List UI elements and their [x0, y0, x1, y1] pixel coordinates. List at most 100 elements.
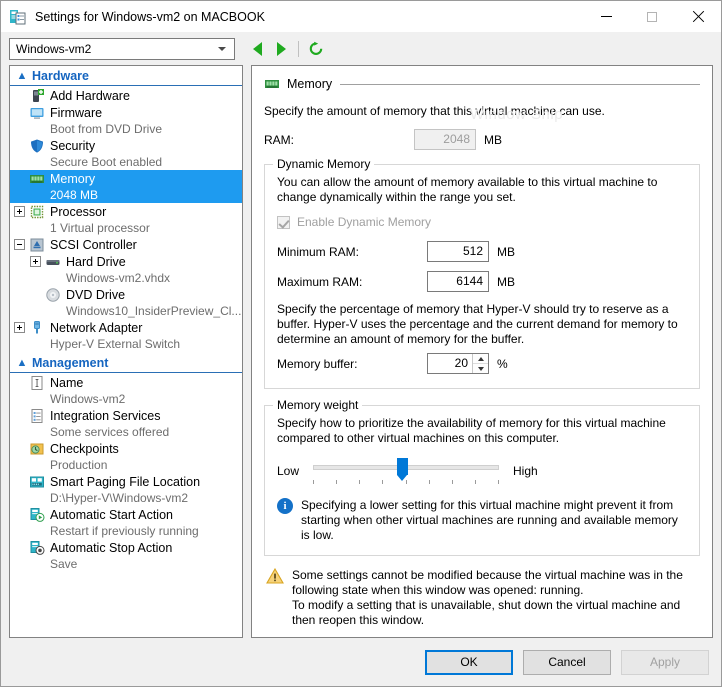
tree-item-scsi-controller[interactable]: SCSI Controller: [10, 236, 242, 253]
tree-item-add-hardware[interactable]: Add Hardware: [10, 87, 242, 104]
settings-tree[interactable]: ▲ Hardware Add Hardware Firmware Boot fr…: [9, 65, 243, 638]
tree-item-label: Hard Drive: [66, 254, 126, 269]
pane-header: Memory: [264, 76, 700, 92]
hard-drive-icon: [45, 254, 61, 270]
enable-dynamic-memory-label: Enable Dynamic Memory: [297, 215, 432, 229]
back-button[interactable]: [245, 37, 269, 61]
dialog-footer: OK Cancel Apply: [1, 638, 721, 686]
dynamic-memory-title: Dynamic Memory: [273, 157, 375, 171]
tree-item-auto-start-action[interactable]: Automatic Start Action: [10, 506, 242, 523]
tree-item-label: Name: [50, 375, 84, 390]
ok-button[interactable]: OK: [425, 649, 513, 675]
tree-group-management[interactable]: ▲ Management: [10, 354, 242, 373]
expand-icon[interactable]: [14, 206, 25, 217]
close-button[interactable]: [675, 1, 721, 32]
forward-button[interactable]: [269, 37, 293, 61]
name-icon: [29, 375, 45, 391]
tree-item-sub: Some services offered: [10, 424, 242, 440]
expand-icon[interactable]: [30, 256, 41, 267]
back-arrow-icon: [252, 41, 262, 56]
tree-item-label: Firmware: [50, 105, 103, 120]
ram-input[interactable]: 2048: [414, 129, 476, 150]
chevron-up-icon: ▲: [16, 69, 28, 82]
tree-item-sublabel: Windows-vm2: [50, 392, 126, 406]
ram-unit: MB: [484, 132, 502, 147]
tree-group-hardware[interactable]: ▲ Hardware: [10, 67, 242, 86]
maximum-ram-row: Maximum RAM: 6144 MB: [277, 271, 687, 292]
tree-item-smart-paging[interactable]: Smart Paging File Location: [10, 473, 242, 490]
expand-icon[interactable]: [14, 322, 25, 333]
memory-buffer-value: 20: [454, 356, 468, 370]
tree-item-sublabel: 1 Virtual processor: [50, 221, 150, 235]
integration-services-icon: [29, 408, 45, 424]
tree-item-sub: Hyper-V External Switch: [10, 336, 242, 352]
collapse-icon[interactable]: [14, 239, 25, 250]
add-hardware-icon: [29, 88, 45, 104]
enable-dynamic-memory-checkbox[interactable]: [277, 215, 290, 229]
tree-item-sub: Secure Boot enabled: [10, 154, 242, 170]
slider-high-label: High: [513, 464, 538, 478]
auto-stop-icon: [29, 540, 45, 556]
tree-item-sub: Production: [10, 457, 242, 473]
chevron-up-icon: ▲: [16, 356, 28, 369]
tree-item-security[interactable]: Security: [10, 137, 242, 154]
tree-item-sub: Windows-vm2: [10, 391, 242, 407]
memory-weight-title: Memory weight: [273, 398, 363, 412]
dynamic-memory-group: Dynamic Memory You can allow the amount …: [264, 157, 700, 389]
tree-item-firmware[interactable]: Firmware: [10, 104, 242, 121]
tree-item-sub: 1 Virtual processor: [10, 220, 242, 236]
memory-weight-slider[interactable]: [313, 458, 499, 484]
tree-item-sub: Windows10_InsiderPreview_Cl...: [10, 303, 242, 319]
apply-button[interactable]: Apply: [621, 649, 709, 675]
minimum-ram-label: Minimum RAM:: [277, 244, 360, 259]
stepper-up-button[interactable]: [473, 354, 488, 364]
tree-item-memory[interactable]: Memory: [10, 170, 242, 187]
maximum-ram-input[interactable]: 6144: [427, 271, 489, 292]
tree-item-sub: D:\Hyper-V\Windows-vm2: [10, 490, 242, 506]
auto-start-icon: [29, 507, 45, 523]
ram-label: RAM:: [264, 132, 294, 147]
tree-item-label: Automatic Stop Action: [50, 540, 173, 555]
enable-dynamic-memory-row[interactable]: Enable Dynamic Memory: [277, 215, 687, 229]
tree-item-sub: Save: [10, 556, 242, 572]
toolbar: Windows-vm2: [1, 32, 721, 65]
tree-item-hard-drive[interactable]: Hard Drive: [10, 253, 242, 270]
minimize-button[interactable]: [583, 1, 629, 32]
window-title: Settings for Windows-vm2 on MACBOOK: [35, 9, 265, 24]
tree-item-auto-stop-action[interactable]: Automatic Stop Action: [10, 539, 242, 556]
minimum-ram-input[interactable]: 512: [427, 241, 489, 262]
ram-row: RAM: 2048 MB: [264, 129, 700, 150]
checkpoints-icon: [29, 441, 45, 457]
tree-group-label: Management: [32, 356, 109, 370]
maximize-button[interactable]: [629, 1, 675, 32]
tree-item-sublabel: Some services offered: [50, 425, 170, 439]
memory-weight-group: Memory weight Specify how to prioritize …: [264, 398, 700, 556]
cancel-button[interactable]: Cancel: [523, 649, 611, 675]
tree-item-name[interactable]: Name: [10, 374, 242, 391]
tree-item-network-adapter[interactable]: Network Adapter: [10, 319, 242, 336]
pane-title: Memory: [287, 77, 333, 91]
tree-item-label: Memory: [50, 171, 96, 186]
tree-item-dvd-drive[interactable]: DVD Drive: [10, 286, 242, 303]
window-controls: [583, 1, 721, 32]
tree-item-sub: Windows-vm2.vhdx: [10, 270, 242, 286]
memory-weight-info: i Specifying a lower setting for this vi…: [277, 498, 687, 543]
tree-item-processor[interactable]: Processor: [10, 203, 242, 220]
tree-item-sublabel: Restart if previously running: [50, 524, 199, 538]
firmware-icon: [29, 105, 45, 121]
processor-icon: [29, 204, 45, 220]
slider-thumb[interactable]: [397, 458, 408, 481]
header-rule: [340, 83, 700, 85]
memory-icon: [264, 76, 280, 92]
tree-item-sublabel: Windows10_InsiderPreview_Cl...: [66, 304, 242, 318]
refresh-button[interactable]: [304, 37, 328, 61]
tree-item-integration-services[interactable]: Integration Services: [10, 407, 242, 424]
stepper-down-button[interactable]: [473, 364, 488, 373]
vm-selector-dropdown[interactable]: Windows-vm2: [9, 37, 235, 60]
slider-ticks: [313, 480, 499, 484]
tree-item-label: Add Hardware: [50, 88, 130, 103]
memory-buffer-label: Memory buffer:: [277, 356, 358, 371]
tree-item-checkpoints[interactable]: Checkpoints: [10, 440, 242, 457]
memory-buffer-stepper[interactable]: 20: [427, 353, 489, 374]
nav-buttons: [245, 37, 328, 61]
